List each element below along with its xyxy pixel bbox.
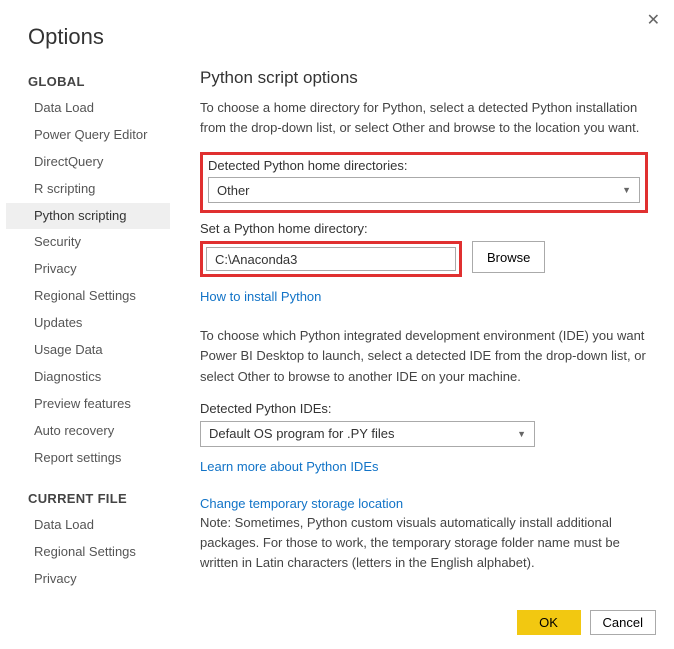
main-panel: Python script options To choose a home d… bbox=[170, 68, 674, 588]
page-title: Python script options bbox=[200, 68, 648, 88]
intro-text: To choose a home directory for Python, s… bbox=[200, 98, 648, 138]
sidebar-item[interactable]: Diagnostics bbox=[6, 364, 170, 391]
install-python-link[interactable]: How to install Python bbox=[200, 289, 321, 304]
sidebar-item[interactable]: Preview features bbox=[6, 391, 170, 418]
ok-button[interactable]: OK bbox=[517, 610, 581, 635]
sidebar-item[interactable]: Security bbox=[6, 229, 170, 256]
browse-button[interactable]: Browse bbox=[472, 241, 545, 273]
ide-dropdown[interactable]: Default OS program for .PY files ▼ bbox=[200, 421, 535, 447]
ide-label: Detected Python IDEs: bbox=[200, 401, 648, 416]
sidebar-item[interactable]: Regional Settings bbox=[6, 539, 170, 566]
dialog-title: Options bbox=[0, 0, 674, 68]
learn-ide-link[interactable]: Learn more about Python IDEs bbox=[200, 459, 379, 474]
sidebar-item[interactable]: Report settings bbox=[6, 445, 170, 472]
sidebar-section-global: GLOBAL bbox=[6, 68, 170, 95]
cancel-button[interactable]: Cancel bbox=[590, 610, 656, 635]
sidebar-item[interactable]: Regional Settings bbox=[6, 283, 170, 310]
detected-home-label: Detected Python home directories: bbox=[208, 158, 640, 173]
sidebar-item[interactable]: Data Load bbox=[6, 512, 170, 539]
sidebar-item[interactable]: Data Load bbox=[6, 95, 170, 122]
chevron-down-icon: ▼ bbox=[517, 429, 526, 439]
ide-value: Default OS program for .PY files bbox=[209, 426, 394, 441]
detected-home-dropdown[interactable]: Other ▼ bbox=[208, 177, 640, 203]
detected-home-value: Other bbox=[217, 183, 250, 198]
sidebar[interactable]: GLOBAL Data LoadPower Query EditorDirect… bbox=[6, 68, 170, 588]
set-home-label: Set a Python home directory: bbox=[200, 221, 648, 236]
dialog-footer: OK Cancel bbox=[517, 610, 656, 635]
sidebar-item[interactable]: Privacy bbox=[6, 256, 170, 283]
ide-intro-text: To choose which Python integrated develo… bbox=[200, 326, 648, 386]
highlight-detected-home: Detected Python home directories: Other … bbox=[200, 152, 648, 213]
sidebar-item[interactable]: Python scripting bbox=[6, 203, 170, 230]
sidebar-item[interactable]: DirectQuery bbox=[6, 149, 170, 176]
change-temp-storage-link[interactable]: Change temporary storage location bbox=[200, 496, 403, 511]
sidebar-item[interactable]: Auto recovery bbox=[6, 418, 170, 445]
highlight-home-input bbox=[200, 241, 462, 277]
home-directory-input[interactable] bbox=[206, 247, 456, 271]
sidebar-section-current-file: CURRENT FILE bbox=[6, 485, 170, 512]
close-icon[interactable]: ✕ bbox=[647, 10, 660, 30]
chevron-down-icon: ▼ bbox=[622, 185, 631, 195]
sidebar-item[interactable]: Updates bbox=[6, 310, 170, 337]
sidebar-item[interactable]: Power Query Editor bbox=[6, 122, 170, 149]
sidebar-item[interactable]: R scripting bbox=[6, 176, 170, 203]
sidebar-item[interactable]: Privacy bbox=[6, 566, 170, 588]
note-text: Note: Sometimes, Python custom visuals a… bbox=[200, 513, 648, 573]
sidebar-item[interactable]: Usage Data bbox=[6, 337, 170, 364]
